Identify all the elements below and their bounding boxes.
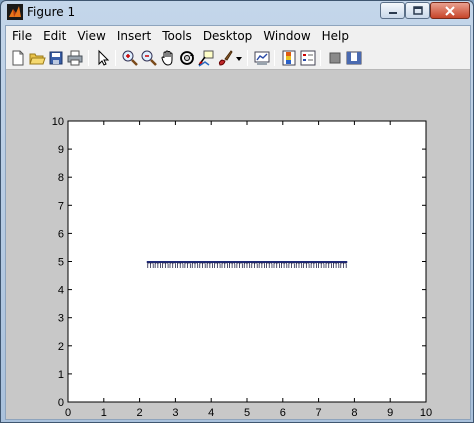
maximize-button[interactable] bbox=[405, 2, 430, 19]
y-tick-label: 9 bbox=[58, 144, 64, 156]
y-tick-label: 8 bbox=[58, 172, 64, 184]
figure-client: File Edit View Insert Tools Desktop Wind… bbox=[5, 25, 471, 420]
menu-window[interactable]: Window bbox=[257, 26, 315, 46]
pan-hand-icon[interactable] bbox=[159, 49, 177, 67]
y-tick-label: 2 bbox=[58, 341, 64, 353]
brush-dropdown-chevron-down-icon[interactable] bbox=[234, 49, 244, 67]
y-tick-label: 7 bbox=[58, 200, 64, 212]
text-annotation[interactable]: mmmmmmmmmmmmmmmmmmmmmmmmmmm bbox=[147, 260, 347, 271]
legend-icon[interactable] bbox=[299, 49, 317, 67]
menu-insert[interactable]: Insert bbox=[111, 26, 156, 46]
menu-file[interactable]: File bbox=[6, 26, 37, 46]
save-icon[interactable] bbox=[47, 49, 65, 67]
x-tick-label: 9 bbox=[387, 407, 393, 419]
maximize-icon bbox=[412, 5, 423, 15]
minimize-icon bbox=[388, 11, 397, 14]
x-tick-label: 8 bbox=[351, 407, 357, 419]
print-icon[interactable] bbox=[66, 49, 84, 67]
close-icon bbox=[445, 5, 455, 16]
menu-help[interactable]: Help bbox=[316, 26, 354, 46]
colorbar-icon[interactable] bbox=[280, 49, 298, 67]
y-tick-label: 0 bbox=[58, 397, 64, 409]
close-button[interactable] bbox=[430, 2, 470, 19]
x-tick-label: 5 bbox=[244, 407, 250, 419]
new-figure-icon[interactable] bbox=[9, 49, 27, 67]
y-tick-label: 5 bbox=[58, 257, 64, 269]
x-tick-label: 1 bbox=[101, 407, 107, 419]
figure-window: Figure 1 File Edit View Insert Tools Des… bbox=[0, 0, 474, 423]
x-tick-label: 3 bbox=[172, 407, 178, 419]
data-cursor-icon[interactable] bbox=[197, 49, 215, 67]
y-tick-label: 1 bbox=[58, 369, 64, 381]
x-tick-label: 0 bbox=[65, 407, 71, 419]
zoom-out-icon[interactable] bbox=[140, 49, 158, 67]
edit-plot-arrow-icon[interactable] bbox=[94, 49, 112, 67]
matlab-logo-icon bbox=[7, 4, 23, 20]
y-tick-label: 10 bbox=[52, 116, 64, 128]
menu-bar: File Edit View Insert Tools Desktop Wind… bbox=[6, 26, 470, 46]
x-tick-label: 7 bbox=[316, 407, 322, 419]
show-plot-tools-icon[interactable] bbox=[345, 49, 363, 67]
minimize-button[interactable] bbox=[380, 2, 405, 19]
figure-canvas: 0 1 2 3 4 5 6 7 8 9 10 0 1 2 3 4 5 6 7 8 9 10 mmmmmmmmmmmmmmm… bbox=[6, 71, 470, 419]
zoom-in-icon[interactable] bbox=[121, 49, 139, 67]
title-bar[interactable]: Figure 1 bbox=[1, 1, 473, 23]
figure-toolbar bbox=[6, 46, 470, 70]
y-tick-label: 4 bbox=[58, 285, 64, 297]
link-plot-icon[interactable] bbox=[253, 49, 271, 67]
axes-plot[interactable]: 0 1 2 3 4 5 6 7 8 9 10 0 1 2 3 4 5 6 7 8 9 10 mmmmmmmmmmmmmmm… bbox=[6, 71, 470, 419]
y-tick-label: 6 bbox=[58, 228, 64, 240]
hide-plot-tools-icon[interactable] bbox=[326, 49, 344, 67]
y-tick-label: 3 bbox=[58, 313, 64, 325]
x-tick-label: 2 bbox=[137, 407, 143, 419]
menu-view[interactable]: View bbox=[71, 26, 110, 46]
brush-icon[interactable] bbox=[216, 49, 234, 67]
menu-edit[interactable]: Edit bbox=[37, 26, 71, 46]
window-title: Figure 1 bbox=[27, 5, 76, 19]
menu-tools[interactable]: Tools bbox=[156, 26, 197, 46]
rotate-3d-icon[interactable] bbox=[178, 49, 196, 67]
x-tick-label: 10 bbox=[420, 407, 432, 419]
open-file-icon[interactable] bbox=[28, 49, 46, 67]
menu-desktop[interactable]: Desktop bbox=[197, 26, 258, 46]
x-tick-label: 6 bbox=[280, 407, 286, 419]
x-tick-label: 4 bbox=[208, 407, 214, 419]
